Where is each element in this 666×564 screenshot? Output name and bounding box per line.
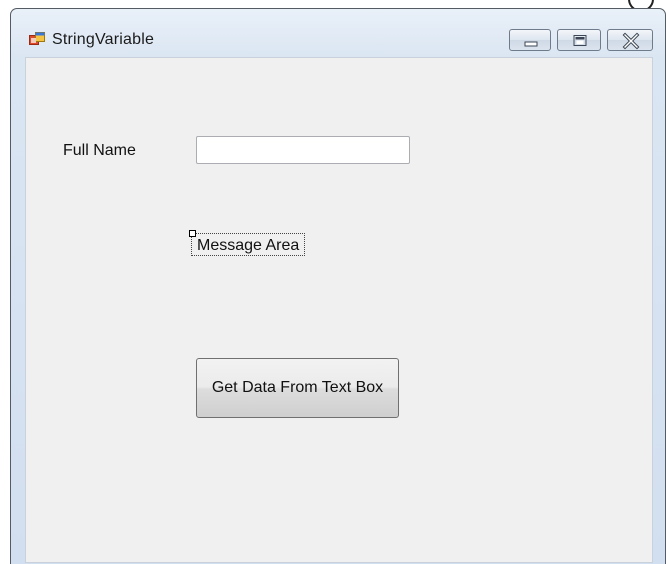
message-area-text: Message Area [197,237,300,254]
full-name-input[interactable] [196,136,410,164]
caption-buttons [509,29,657,51]
form-app-icon [29,32,45,45]
minimize-icon [524,41,538,47]
message-area-label[interactable]: Message Area [189,230,306,256]
title-bar[interactable]: StringVariable [11,9,665,57]
close-button[interactable] [607,29,653,51]
app-window: StringVariable Full Name Message Area Ge… [10,8,666,564]
form-client-area: Full Name Message Area Get Data From Tex… [25,57,653,563]
get-data-button[interactable]: Get Data From Text Box [196,358,399,418]
maximize-button[interactable] [557,29,601,51]
close-icon [622,32,640,50]
selection-handle[interactable] [189,230,196,237]
window-title: StringVariable [52,31,155,48]
maximize-icon [573,35,587,46]
minimize-button[interactable] [509,29,551,51]
full-name-label: Full Name [63,142,136,159]
